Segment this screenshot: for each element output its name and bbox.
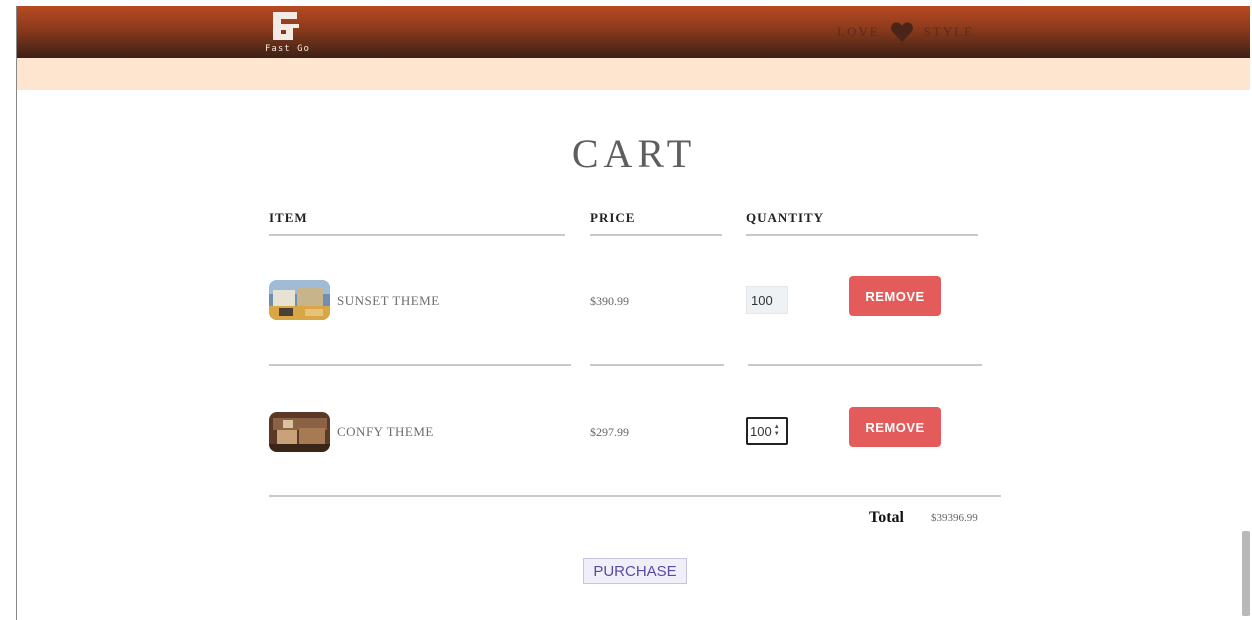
logo-mark-icon: [273, 12, 299, 40]
item-price: $390.99: [590, 294, 629, 308]
total-divider: [269, 495, 1001, 497]
total-value: $39396.99: [931, 512, 978, 524]
column-header-item: ITEM: [269, 210, 308, 225]
row-divider-price: [590, 364, 724, 366]
logo-text: Fast Go: [265, 44, 310, 54]
page-viewport: Fast Go LOVE STYLE CART ITEM PRICE QUANT…: [16, 6, 1250, 620]
remove-button[interactable]: REMOVE: [849, 276, 941, 316]
quantity-value: 100: [751, 292, 773, 308]
header-divider-quantity: [746, 234, 978, 236]
column-header-price: PRICE: [590, 210, 636, 225]
sunset-theme-image: [269, 280, 330, 320]
top-navigation-bar: Fast Go LOVE STYLE: [17, 6, 1250, 58]
page-title: CART: [571, 131, 697, 176]
header-divider-item: [269, 234, 565, 236]
heart-icon: [890, 22, 913, 42]
row-divider-quantity: [748, 364, 982, 366]
item-name: SUNSET THEME: [337, 293, 440, 308]
browser-frame: Fast Go LOVE STYLE CART ITEM PRICE QUANT…: [0, 0, 1252, 620]
item-name: CONFY THEME: [337, 424, 434, 439]
remove-button[interactable]: REMOVE: [849, 407, 941, 447]
item-price: $297.99: [590, 425, 629, 439]
header-divider-price: [590, 234, 722, 236]
slogan-right: STYLE: [923, 24, 975, 39]
site-logo[interactable]: Fast Go: [265, 10, 325, 56]
quantity-input[interactable]: 100: [746, 286, 788, 314]
purchase-button[interactable]: PURCHASE: [583, 558, 687, 584]
confy-theme-thumbnail[interactable]: [269, 412, 330, 452]
quantity-value: 100: [750, 423, 772, 439]
quantity-stepper[interactable]: 100 ▲ ▼: [746, 417, 788, 445]
slogan-left: LOVE: [837, 24, 880, 39]
confy-theme-image: [269, 412, 330, 452]
total-label: Total: [869, 509, 904, 526]
header-sub-bar: [17, 58, 1250, 90]
row-divider-item: [269, 364, 571, 366]
sunset-theme-thumbnail[interactable]: [269, 280, 330, 320]
stepper-arrows-icon[interactable]: ▲ ▼: [774, 424, 780, 438]
scrollbar-thumb[interactable]: [1242, 531, 1250, 616]
column-header-quantity: QUANTITY: [746, 210, 825, 225]
slogan: LOVE STYLE: [837, 20, 974, 44]
